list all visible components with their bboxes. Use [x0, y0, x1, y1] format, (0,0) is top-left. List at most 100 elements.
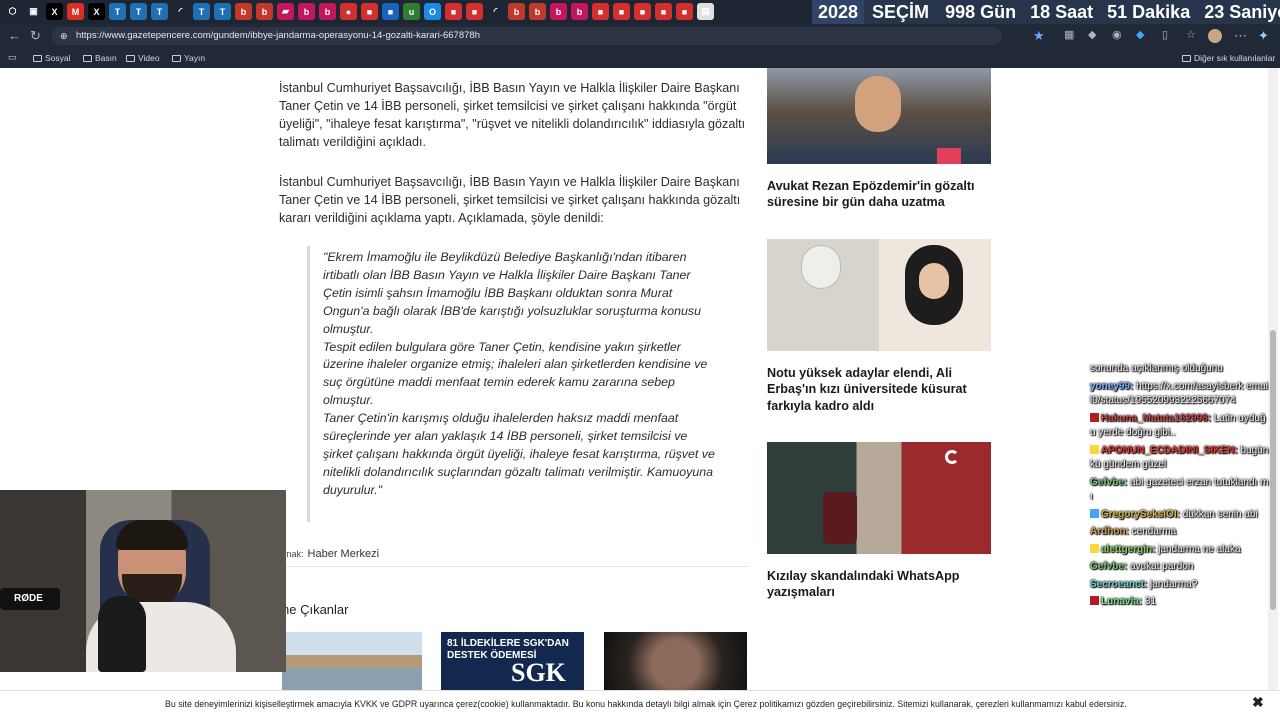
x-icon[interactable]: X — [88, 3, 105, 20]
b-icon[interactable]: b — [571, 3, 588, 20]
person-face — [919, 263, 949, 299]
chat-username: Lunavia: — [1101, 596, 1143, 607]
news-icon[interactable]: ■ — [445, 3, 462, 20]
folder-icon — [33, 54, 42, 62]
bookmark-sidebar-icon[interactable]: ▭ — [8, 52, 17, 63]
bookmark-folder-yayin[interactable]: Yayın — [172, 53, 205, 63]
b-icon[interactable]: b — [235, 3, 252, 20]
cookie-banner: Bu site deneyimlerinizi kişiselleştirmek… — [0, 690, 1280, 720]
loading-icon[interactable]: ◜ — [172, 3, 189, 20]
news-card-image[interactable] — [767, 68, 991, 164]
more-icon[interactable]: ⋯ — [1234, 28, 1247, 44]
chat-message: Lunavia: 31 — [1090, 595, 1270, 610]
b-icon[interactable]: b — [550, 3, 567, 20]
bookmark-folder-video[interactable]: Video — [126, 53, 160, 63]
back-icon[interactable]: ← — [8, 28, 21, 43]
t24-icon[interactable]: T — [214, 3, 231, 20]
cube-icon[interactable]: ⬡ — [4, 3, 21, 20]
blood-bag-icon — [823, 492, 857, 544]
news-icon[interactable]: ■ — [634, 3, 651, 20]
chat-text: jandarma? — [1150, 578, 1198, 590]
news-card-image[interactable] — [767, 442, 991, 554]
news-card-image[interactable] — [767, 239, 991, 351]
bookmark-folder-sosyal[interactable]: Sosyal — [33, 53, 71, 63]
b-icon[interactable]: b — [298, 3, 315, 20]
x-icon[interactable]: X — [46, 3, 63, 20]
countdown-seconds: 23 Saniye — [1204, 1, 1280, 22]
url-field[interactable]: ⊕ https://www.gazetepencere.com/gundem/i… — [52, 27, 1002, 45]
red-crescent-icon — [945, 450, 959, 464]
chat-username: Ardhon: — [1090, 526, 1129, 537]
chat-message: APONUN_ECDADINI_SIKEN: bugünkü gündem gü… — [1090, 444, 1270, 473]
folder-icon — [172, 54, 181, 62]
bookmark-folder-other[interactable]: Diğer sık kullanılanlar — [1182, 53, 1275, 63]
webcam-overlay: RØDE — [0, 490, 286, 672]
circle-icon[interactable]: O — [424, 3, 441, 20]
tab-icons: ⬡ ▣ X M X T T T ◜ T Tb b ▰ b b ● ■ ■ u O ■ ■ ◜ b b b b ■ ■ ■ ■ ■ ▤ — [4, 3, 714, 20]
bookmark-label: Diğer sık kullanılanlar — [1194, 53, 1276, 63]
featured-heading: ne Çıkanlar — [282, 602, 349, 617]
microphone-body — [98, 596, 146, 672]
chat-message: alettgergin: jandarma ne alaka — [1090, 543, 1270, 558]
stream-chat-overlay: sonunda açıklanmış olduğunu yoney99: http… — [1090, 362, 1270, 613]
chat-badge-icon — [1090, 508, 1099, 518]
chat-text: cendarma — [1131, 526, 1177, 537]
copilot-icon[interactable]: ✦ — [1258, 28, 1269, 44]
chat-badge-icon — [1090, 412, 1099, 422]
bookmark-icon[interactable]: ▰ — [277, 3, 294, 20]
chat-message: Ardhon: cendarma — [1090, 525, 1270, 540]
b-icon[interactable]: b — [508, 3, 525, 20]
loading-icon[interactable]: ◜ — [487, 3, 504, 20]
t24-icon[interactable]: T — [130, 3, 147, 20]
star-icon[interactable]: ★ — [1033, 28, 1045, 44]
scrollbar-thumb[interactable] — [1270, 330, 1276, 610]
gmail-icon[interactable]: M — [67, 3, 84, 20]
election-countdown: 2028 SEÇİM 998 Gün 18 Saat 51 Dakika 23 … — [812, 0, 1280, 24]
source-name[interactable]: Haber Merkezi — [308, 548, 380, 560]
news-icon[interactable]: ■ — [655, 3, 672, 20]
news-card-title[interactable]: Avukat Rezan Epözdemir'in gözaltı süresi… — [767, 178, 993, 211]
extension-icon[interactable]: ▦ — [1064, 28, 1074, 41]
chat-username: alettgergin: — [1101, 543, 1156, 555]
window-icon[interactable]: ▣ — [25, 3, 42, 20]
extension-icon[interactable]: ◆ — [1088, 28, 1096, 41]
b-icon[interactable]: b — [256, 3, 273, 20]
streamer-hair — [116, 520, 188, 550]
extension-icon[interactable]: ◉ — [1112, 28, 1122, 41]
avatar[interactable] — [1208, 29, 1222, 43]
news-icon[interactable]: ■ — [361, 3, 378, 20]
countdown-label: SEÇİM — [872, 1, 930, 22]
bookmark-folder-basin[interactable]: Basın — [83, 53, 117, 63]
refresh-icon[interactable]: ↻ — [30, 28, 41, 44]
news-icon[interactable]: ■ — [613, 3, 630, 20]
close-icon[interactable]: ✖ — [1252, 694, 1264, 711]
chat-username: yoney99: — [1090, 380, 1134, 392]
t24-icon[interactable]: T — [193, 3, 210, 20]
news-icon[interactable]: ■ — [466, 3, 483, 20]
split-screen-icon[interactable]: ▯ — [1162, 28, 1168, 41]
featured-thumbnail[interactable]: 81 İLDEKİLERE SGK'DAN DESTEK ÖDEMESİ SGK — [441, 632, 584, 690]
news-card-title[interactable]: Kızılay skandalındaki WhatsApp yazışmala… — [767, 568, 993, 601]
news-card-title[interactable]: Notu yüksek adaylar elendi, Ali Erbaş'ın… — [767, 365, 993, 414]
b-icon[interactable]: b — [319, 3, 336, 20]
chat-username: Gefvbe: — [1090, 476, 1128, 488]
favorites-icon[interactable]: ☆ — [1186, 28, 1196, 41]
featured-thumbnail[interactable] — [604, 632, 747, 690]
microphone-icon — [937, 148, 961, 164]
person-face — [855, 76, 901, 132]
t24-icon[interactable]: T — [151, 3, 168, 20]
sgk-logo: SGK — [511, 658, 566, 687]
blockquote-text: "Ekrem İmamoğlu ile Beylikdüzü Belediye … — [323, 250, 715, 497]
doc-icon[interactable]: ▤ — [697, 3, 714, 20]
news-icon[interactable]: ● — [340, 3, 357, 20]
lock-icon: ⊕ — [60, 31, 68, 41]
b-icon[interactable]: b — [529, 3, 546, 20]
news-icon[interactable]: ■ — [676, 3, 693, 20]
featured-thumbnail[interactable] — [282, 632, 422, 690]
up-icon[interactable]: u — [403, 3, 420, 20]
extension-icon[interactable]: ◆ — [1136, 28, 1144, 41]
chat-username: APONUN_ECDADINI_SIKEN: — [1101, 444, 1238, 456]
bluebox-icon[interactable]: ■ — [382, 3, 399, 20]
news-icon[interactable]: ■ — [592, 3, 609, 20]
t24-icon[interactable]: T — [109, 3, 126, 20]
